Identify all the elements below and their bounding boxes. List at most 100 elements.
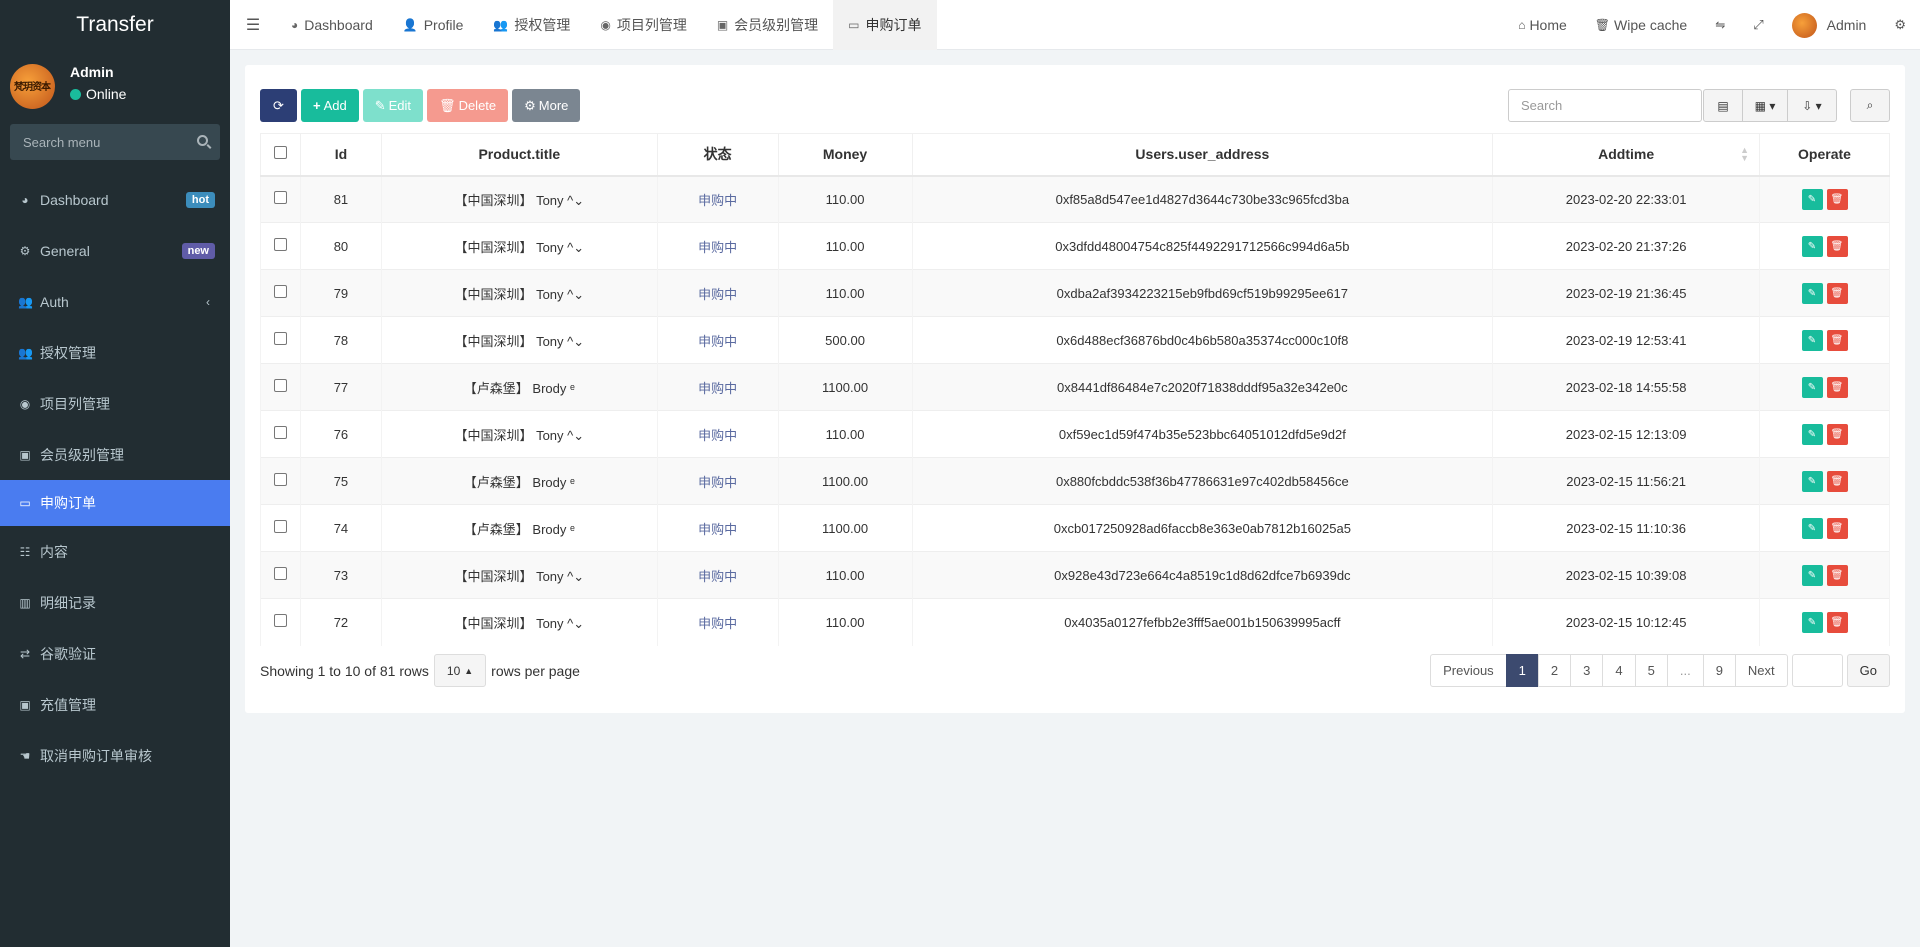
- row-edit-button[interactable]: ✎: [1801, 564, 1823, 586]
- tab-profile[interactable]: 👤 Profile: [388, 0, 479, 50]
- language-button[interactable]: ⇋: [1701, 18, 1739, 32]
- column-id[interactable]: Id: [299, 133, 382, 177]
- next-page-button[interactable]: Next: [1734, 654, 1788, 687]
- row-checkbox[interactable]: [273, 238, 287, 251]
- edit-button[interactable]: ✎ Edit: [362, 89, 424, 122]
- row-checkbox[interactable]: [273, 191, 287, 205]
- tab-projects[interactable]: ◉ 项目列管理: [585, 0, 701, 50]
- add-button[interactable]: + Add: [301, 89, 359, 122]
- row-checkbox[interactable]: [273, 379, 287, 392]
- table-row[interactable]: 78 【中国深圳】 Tony ^⌄ 申购中 500.00 0x6d488ecf36876…: [260, 316, 1890, 364]
- tab-purchase-orders[interactable]: ▭ 申购订单: [833, 0, 937, 50]
- page-size-select[interactable]: 10 ▲: [433, 654, 487, 687]
- sidebar-item-projects[interactable]: ◉ 项目列管理: [0, 378, 230, 429]
- row-checkbox[interactable]: [273, 567, 287, 580]
- settings-button[interactable]: ⚙: [1880, 17, 1920, 33]
- page-4-button[interactable]: 4: [1602, 654, 1636, 687]
- row-delete-button[interactable]: 🗑: [1826, 564, 1848, 586]
- previous-page-button[interactable]: Previous: [1430, 654, 1507, 687]
- row-edit-button[interactable]: ✎: [1801, 235, 1823, 257]
- row-checkbox[interactable]: [273, 614, 287, 628]
- columns-button[interactable]: ▦ ▾: [1742, 89, 1788, 122]
- sidebar-item-cancel-review[interactable]: ☚ 取消申购订单审核: [0, 730, 230, 781]
- sidebar-item-recharge[interactable]: ▣ 充值管理: [0, 679, 230, 730]
- table-row[interactable]: 73 【中国深圳】 Tony ^⌄ 申购中 110.00 0x928e43d723e66…: [260, 551, 1890, 599]
- column-status[interactable]: 状态: [656, 133, 779, 177]
- table-row[interactable]: 76 【中国深圳】 Tony ^⌄ 申购中 110.00 0xf59ec1d59f474…: [260, 410, 1890, 458]
- table-search-input[interactable]: [1508, 89, 1702, 122]
- page-2-button[interactable]: 2: [1537, 654, 1572, 687]
- search-icon[interactable]: [197, 135, 208, 146]
- table-row[interactable]: 81 【中国深圳】 Tony ^⌄ 申购中 110.00 0xf85a8d547ee1d…: [260, 175, 1890, 223]
- column-product-title[interactable]: Product.title: [380, 133, 658, 177]
- wipe-cache-button[interactable]: 🗑 Wipe cache: [1581, 17, 1701, 33]
- sidebar-item-authorization[interactable]: 👥 授权管理: [0, 327, 230, 378]
- row-checkbox[interactable]: [273, 332, 287, 345]
- home-link[interactable]: ⌂ Home: [1504, 17, 1581, 33]
- page-1-button[interactable]: 1: [1505, 654, 1539, 687]
- page-5-button[interactable]: 5: [1634, 654, 1668, 687]
- table-row[interactable]: 80 【中国深圳】 Tony ^⌄ 申购中 110.00 0x3dfdd48004754…: [260, 222, 1890, 270]
- sidebar-item-member-levels[interactable]: ▣ 会员级别管理: [0, 429, 230, 480]
- page-9-button[interactable]: 9: [1702, 654, 1736, 687]
- row-delete-button[interactable]: 🗑: [1826, 611, 1848, 633]
- column-addtime[interactable]: Addtime ▲ ▼: [1492, 133, 1761, 177]
- column-money[interactable]: Money: [777, 133, 913, 177]
- delete-button[interactable]: 🗑 Delete: [427, 89, 509, 122]
- row-edit-button[interactable]: ✎: [1801, 423, 1823, 445]
- table-row[interactable]: 79 【中国深圳】 Tony ^⌄ 申购中 110.00 0xdba2af3934223…: [260, 269, 1890, 317]
- row-edit-button[interactable]: ✎: [1801, 376, 1823, 398]
- sidebar-item-purchase-orders[interactable]: ▭ 申购订单: [0, 480, 230, 526]
- row-delete-button[interactable]: 🗑: [1826, 376, 1848, 398]
- row-checkbox[interactable]: [273, 473, 287, 486]
- tab-member-levels[interactable]: ▣ 会员级别管理: [702, 0, 833, 50]
- go-button[interactable]: Go: [1846, 654, 1890, 687]
- row-checkbox[interactable]: [273, 426, 287, 439]
- sidebar-item-general[interactable]: ⚙ General new: [0, 225, 230, 276]
- sidebar-item-content[interactable]: ☷ 内容: [0, 526, 230, 577]
- row-delete-button[interactable]: 🗑: [1826, 517, 1848, 539]
- row-edit-button[interactable]: ✎: [1801, 282, 1823, 304]
- row-delete-button[interactable]: 🗑: [1826, 282, 1848, 304]
- table-row[interactable]: 72 【中国深圳】 Tony ^⌄ 申购中 110.00 0x4035a0127fefb…: [260, 598, 1890, 646]
- table-row[interactable]: 74 【卢森堡】 Brody ᵉ 申购中 1100.00 0xcb017250928ad…: [260, 504, 1890, 552]
- row-edit-button[interactable]: ✎: [1801, 188, 1823, 210]
- row-edit-button[interactable]: ✎: [1801, 517, 1823, 539]
- row-edit-button[interactable]: ✎: [1801, 470, 1823, 492]
- export-button[interactable]: ⇩ ▾: [1787, 89, 1837, 122]
- select-all-checkbox[interactable]: [273, 146, 287, 160]
- row-delete-button[interactable]: 🗑: [1826, 235, 1848, 257]
- tab-dashboard[interactable]: ◕ Dashboard: [276, 0, 388, 50]
- go-to-page-input[interactable]: [1791, 654, 1843, 687]
- table-row[interactable]: 77 【卢森堡】 Brody ᵉ 申购中 1100.00 0x8441df86484e7…: [260, 363, 1890, 411]
- row-delete-button[interactable]: 🗑: [1826, 423, 1848, 445]
- more-button[interactable]: ⚙ More: [512, 89, 581, 122]
- app-logo-title[interactable]: Transfer: [0, 0, 230, 50]
- cell-product-title: 【中国深圳】 Tony ^⌄: [380, 175, 658, 223]
- cell-product-title: 【卢森堡】 Brody ᵉ: [380, 457, 658, 505]
- row-delete-button[interactable]: 🗑: [1826, 188, 1848, 210]
- table-row[interactable]: 75 【卢森堡】 Brody ᵉ 申购中 1100.00 0x880fcbddc538f…: [260, 457, 1890, 505]
- row-checkbox[interactable]: [273, 520, 287, 533]
- row-delete-button[interactable]: 🗑: [1826, 329, 1848, 351]
- sidebar-item-auth[interactable]: 👥 Auth ‹: [0, 276, 230, 327]
- refresh-button[interactable]: ⟳: [260, 89, 297, 122]
- row-edit-button[interactable]: ✎: [1801, 611, 1823, 633]
- cell-operate: ✎ 🗑: [1759, 175, 1890, 223]
- admin-user-menu[interactable]: Admin: [1778, 12, 1881, 38]
- column-user-address[interactable]: Users.user_address: [911, 133, 1494, 177]
- sidebar-item-dashboard[interactable]: ◕ Dashboard hot: [0, 174, 230, 225]
- cell-user-address: 0x880fcbddc538f36b47786631e97c402db58456…: [911, 457, 1494, 505]
- toggle-view-button[interactable]: ▤: [1703, 89, 1743, 122]
- search-menu-input[interactable]: [10, 124, 220, 160]
- menu-toggle-icon[interactable]: ☰: [230, 15, 276, 35]
- tab-authorization[interactable]: 👥 授权管理: [478, 0, 585, 50]
- advanced-search-button[interactable]: ⌕: [1850, 89, 1890, 122]
- sidebar-item-google-auth[interactable]: ⇄ 谷歌验证: [0, 628, 230, 679]
- page-3-button[interactable]: 3: [1570, 654, 1604, 687]
- fullscreen-button[interactable]: ⤢: [1739, 17, 1777, 33]
- row-edit-button[interactable]: ✎: [1801, 329, 1823, 351]
- sidebar-item-records[interactable]: ▥ 明细记录: [0, 577, 230, 628]
- row-delete-button[interactable]: 🗑: [1826, 470, 1848, 492]
- row-checkbox[interactable]: [273, 285, 287, 298]
